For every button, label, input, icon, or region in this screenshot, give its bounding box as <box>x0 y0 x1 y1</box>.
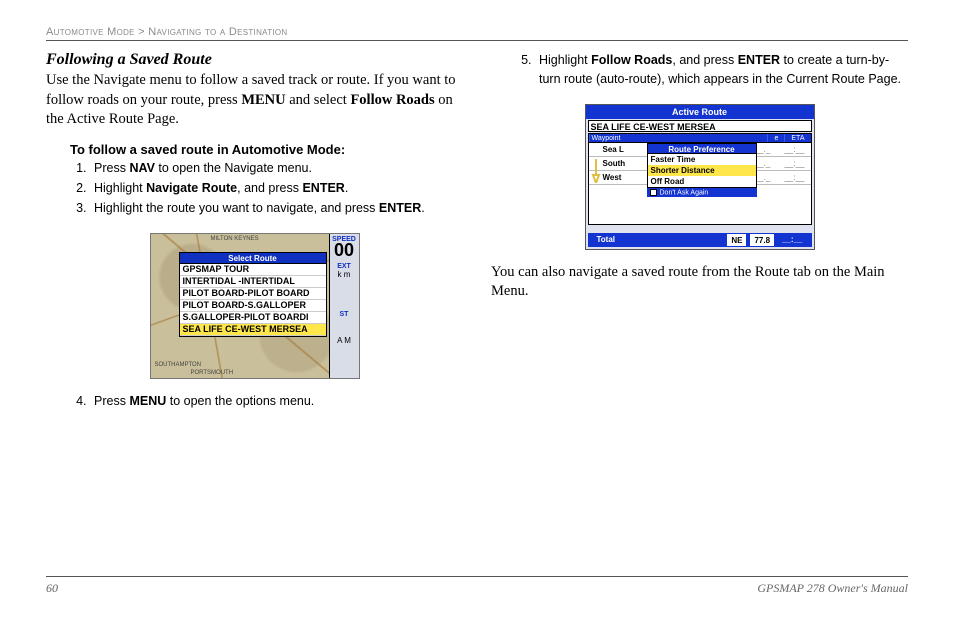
pref-item-selected: Shorter Distance <box>648 165 756 176</box>
am-label: A M <box>330 336 359 345</box>
total-label: Total <box>591 233 726 247</box>
route-item-selected: SEA LIFE CE-WEST MERSEA <box>180 324 326 336</box>
step-4: Press MENU to open the options menu. <box>90 392 463 411</box>
closing-paragraph: You can also navigate a saved route from… <box>491 263 908 302</box>
dont-ask-again: Don't Ask Again <box>647 188 757 197</box>
intro-text2: and select <box>286 92 351 108</box>
active-route-name: SEA LIFE CE-WEST MERSEA <box>588 120 812 132</box>
map-label-bl: SOUTHAMPTON <box>155 362 202 368</box>
select-route-list: GPSMAP TOUR INTERTIDAL -INTERTIDAL PILOT… <box>179 264 327 337</box>
col-eta: ETA <box>784 134 810 142</box>
route-preference-title: Route Preference <box>647 143 757 154</box>
intro-paragraph: Use the Navigate menu to follow a saved … <box>46 71 463 130</box>
col-waypoint: Waypoint <box>589 134 768 142</box>
breadcrumb-a: Automotive Mode <box>46 26 135 38</box>
steps-list-right: Highlight Follow Roads, and press ENTER … <box>535 51 908 90</box>
pref-item: Off Road <box>648 176 756 187</box>
active-route-title: Active Route <box>586 105 814 119</box>
right-info-strip: SPEED 00 EXT k m ST A M <box>329 234 359 378</box>
breadcrumb-b: Navigating to a Destination <box>148 26 287 38</box>
step-1: Press NAV to open the Navigate menu. <box>90 159 463 178</box>
breadcrumb-sep: > <box>138 26 145 38</box>
kw-menu: MENU <box>241 92 285 108</box>
route-item: S.GALLOPER-PILOT BOARDI <box>180 312 326 324</box>
route-preference-list: Faster Time Shorter Distance Off Road <box>647 154 757 188</box>
col-mid: e <box>767 134 784 142</box>
step-3: Highlight the route you want to navigate… <box>90 199 463 218</box>
total-eta: __:__ <box>776 233 808 247</box>
route-arrow-icon <box>591 159 601 183</box>
active-route-body: Sea L__.___:__ South__.___:__ West__.___… <box>588 143 812 225</box>
page-number: 60 <box>46 581 58 596</box>
ext-label: EXT <box>330 263 359 270</box>
active-route-total: Total NE 77.8 __:__ <box>588 233 812 247</box>
kw-follow-roads: Follow Roads <box>350 92 434 108</box>
select-route-screenshot: MILTON KEYNES SOUTHAMPTON PORTSMOUTH SPE… <box>150 233 360 379</box>
total-dir: NE <box>727 234 746 246</box>
steps-list: Press NAV to open the Navigate menu. Hig… <box>90 159 463 219</box>
map-label-top: MILTON KEYNES <box>211 236 259 242</box>
speed-value: 00 <box>330 243 359 257</box>
st-label: ST <box>330 311 359 318</box>
select-route-title: Select Route <box>179 252 327 264</box>
steps-list-cont: Press MENU to open the options menu. <box>90 392 463 411</box>
checkbox-icon <box>650 189 657 196</box>
steps-heading: To follow a saved route in Automotive Mo… <box>70 142 463 157</box>
active-route-screenshot: Active Route SEA LIFE CE-WEST MERSEA Way… <box>585 104 815 250</box>
figure-2: Active Route SEA LIFE CE-WEST MERSEA Way… <box>491 104 908 253</box>
route-item: INTERTIDAL -INTERTIDAL <box>180 276 326 288</box>
breadcrumb: Automotive Mode > Navigating to a Destin… <box>46 26 908 41</box>
page-footer: 60 GPSMAP 278 Owner's Manual <box>46 576 908 596</box>
left-column: Following a Saved Route Use the Navigate… <box>46 51 463 412</box>
route-item: PILOT BOARD-PILOT BOARD <box>180 288 326 300</box>
active-route-columns: Waypoint e ETA <box>588 133 812 143</box>
route-item: GPSMAP TOUR <box>180 264 326 276</box>
step-2: Highlight Navigate Route, and press ENTE… <box>90 179 463 198</box>
total-dist: 77.8 <box>750 234 774 246</box>
manual-title: GPSMAP 278 Owner's Manual <box>757 581 908 596</box>
map-label-bl2: PORTSMOUTH <box>191 370 234 376</box>
step-5: Highlight Follow Roads, and press ENTER … <box>535 51 908 90</box>
route-item: PILOT BOARD-S.GALLOPER <box>180 300 326 312</box>
section-title: Following a Saved Route <box>46 51 463 69</box>
km-label: k m <box>330 270 359 279</box>
right-column: Highlight Follow Roads, and press ENTER … <box>491 51 908 412</box>
pref-item: Faster Time <box>648 154 756 165</box>
figure-1: MILTON KEYNES SOUTHAMPTON PORTSMOUTH SPE… <box>46 233 463 382</box>
